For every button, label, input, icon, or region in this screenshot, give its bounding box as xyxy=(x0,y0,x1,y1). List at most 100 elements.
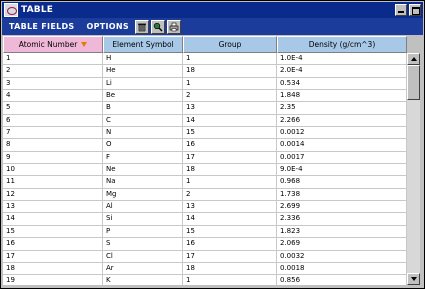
menu-table-fields[interactable]: TABLE FIELDS xyxy=(9,22,74,31)
table-cell[interactable]: 4 xyxy=(3,90,103,103)
table-row[interactable]: 1 H 1 1.0E-4 xyxy=(3,53,407,66)
delete-button[interactable] xyxy=(134,19,149,34)
table-cell[interactable]: 0.0014 xyxy=(277,139,407,152)
table-cell[interactable]: 17 xyxy=(183,151,277,165)
table-cell[interactable]: 1.848 xyxy=(277,90,407,103)
table-cell[interactable]: 6 xyxy=(3,114,103,128)
table-cell[interactable]: 0.0017 xyxy=(277,151,407,165)
table-row[interactable]: 15 P 15 1.823 xyxy=(3,225,407,239)
table-cell[interactable]: Be xyxy=(103,90,183,103)
table-cell[interactable]: 0.0018 xyxy=(277,262,407,276)
table-cell[interactable]: 9.0E-4 xyxy=(277,164,407,177)
table-row[interactable]: 16 S 16 2.069 xyxy=(3,238,407,251)
table-cell[interactable]: 1.823 xyxy=(277,225,407,239)
table-row[interactable]: 4 Be 2 1.848 xyxy=(3,90,407,103)
table-cell[interactable]: O xyxy=(103,139,183,152)
table-cell[interactable]: He xyxy=(103,65,183,78)
table-cell[interactable]: Li xyxy=(103,77,183,91)
table-cell[interactable]: 19 xyxy=(3,275,103,285)
table-cell[interactable]: P xyxy=(103,225,183,239)
table-cell[interactable]: Si xyxy=(103,213,183,226)
scroll-down-button[interactable] xyxy=(407,273,420,285)
table-cell[interactable]: 2.266 xyxy=(277,114,407,128)
table-cell[interactable]: 13 xyxy=(183,102,277,115)
table-cell[interactable]: 5 xyxy=(3,102,103,115)
table-cell[interactable]: 8 xyxy=(3,139,103,152)
table-cell[interactable]: Mg xyxy=(103,188,183,202)
table-cell[interactable]: Ar xyxy=(103,262,183,276)
table-cell[interactable]: 18 xyxy=(183,262,277,276)
table-cell[interactable]: 10 xyxy=(3,164,103,177)
table-cell[interactable]: 16 xyxy=(183,238,277,251)
table-cell[interactable]: 14 xyxy=(3,213,103,226)
table-cell[interactable]: 17 xyxy=(183,250,277,263)
table-cell[interactable]: Cl xyxy=(103,250,183,263)
column-header-2[interactable]: Group xyxy=(183,36,277,53)
table-cell[interactable]: 2.0E-4 xyxy=(277,65,407,78)
table-cell[interactable]: N xyxy=(103,127,183,140)
table-cell[interactable]: 2.069 xyxy=(277,238,407,251)
title-bar[interactable]: TABLE xyxy=(2,2,423,18)
table-row[interactable]: 5 B 13 2.35 xyxy=(3,102,407,115)
table-cell[interactable]: 2.35 xyxy=(277,102,407,115)
scroll-up-button[interactable] xyxy=(407,53,420,65)
table-cell[interactable]: 16 xyxy=(183,139,277,152)
table-cell[interactable]: 2 xyxy=(3,65,103,78)
table-cell[interactable]: 0.0012 xyxy=(277,127,407,140)
table-cell[interactable]: B xyxy=(103,102,183,115)
table-cell[interactable]: 1.0E-4 xyxy=(277,53,407,66)
table-cell[interactable]: 0.968 xyxy=(277,176,407,189)
table-row[interactable]: 19 K 1 0.856 xyxy=(3,275,407,285)
table-cell[interactable]: Na xyxy=(103,176,183,189)
table-cell[interactable]: Ne xyxy=(103,164,183,177)
table-cell[interactable]: 9 xyxy=(3,151,103,165)
table-cell[interactable]: 2 xyxy=(183,90,277,103)
table-row[interactable]: 10 Ne 18 9.0E-4 xyxy=(3,164,407,177)
table-cell[interactable]: 0.0032 xyxy=(277,250,407,263)
table-cell[interactable]: 12 xyxy=(3,188,103,202)
table-cell[interactable]: 13 xyxy=(183,201,277,214)
table-row[interactable]: 9 F 17 0.0017 xyxy=(3,151,407,165)
table-cell[interactable]: 2.699 xyxy=(277,201,407,214)
table-cell[interactable]: 1 xyxy=(183,275,277,285)
table-row[interactable]: 2 He 18 2.0E-4 xyxy=(3,65,407,78)
table-cell[interactable]: 1.738 xyxy=(277,188,407,202)
table-cell[interactable]: C xyxy=(103,114,183,128)
scrollbar-thumb[interactable] xyxy=(407,65,420,100)
table-cell[interactable]: 2 xyxy=(183,188,277,202)
table-row[interactable]: 13 Al 13 2.699 xyxy=(3,201,407,214)
table-cell[interactable]: 18 xyxy=(3,262,103,276)
table-cell[interactable]: 18 xyxy=(183,164,277,177)
table-cell[interactable]: F xyxy=(103,151,183,165)
table-cell[interactable]: 1 xyxy=(3,53,103,66)
column-header-3[interactable]: Density (g/cm^3) xyxy=(277,36,407,53)
table-cell[interactable]: 7 xyxy=(3,127,103,140)
table-cell[interactable]: 0.856 xyxy=(277,275,407,285)
table-row[interactable]: 8 O 16 0.0014 xyxy=(3,139,407,152)
table-row[interactable]: 11 Na 1 0.968 xyxy=(3,176,407,189)
table-cell[interactable]: 13 xyxy=(3,201,103,214)
table-row[interactable]: 3 Li 1 0.534 xyxy=(3,77,407,91)
table-row[interactable]: 14 Si 14 2.336 xyxy=(3,213,407,226)
table-row[interactable]: 12 Mg 2 1.738 xyxy=(3,188,407,202)
table-cell[interactable]: K xyxy=(103,275,183,285)
minimize-button[interactable] xyxy=(395,4,407,16)
vertical-scrollbar[interactable] xyxy=(407,53,420,285)
table-cell[interactable]: 11 xyxy=(3,176,103,189)
table-cell[interactable]: S xyxy=(103,238,183,251)
find-button[interactable] xyxy=(150,19,165,34)
table-cell[interactable]: 15 xyxy=(3,225,103,239)
table-cell[interactable]: Al xyxy=(103,201,183,214)
table-cell[interactable]: 14 xyxy=(183,213,277,226)
app-icon[interactable] xyxy=(4,3,18,17)
table-cell[interactable]: 0.534 xyxy=(277,77,407,91)
table-cell[interactable]: 15 xyxy=(183,225,277,239)
table-cell[interactable]: 2.336 xyxy=(277,213,407,226)
table-row[interactable]: 7 N 15 0.0012 xyxy=(3,127,407,140)
maximize-button[interactable] xyxy=(409,4,421,16)
table-cell[interactable]: 16 xyxy=(3,238,103,251)
table-row[interactable]: 17 Cl 17 0.0032 xyxy=(3,250,407,263)
table-row[interactable]: 18 Ar 18 0.0018 xyxy=(3,262,407,276)
table-cell[interactable]: 3 xyxy=(3,77,103,91)
table-cell[interactable]: 1 xyxy=(183,176,277,189)
